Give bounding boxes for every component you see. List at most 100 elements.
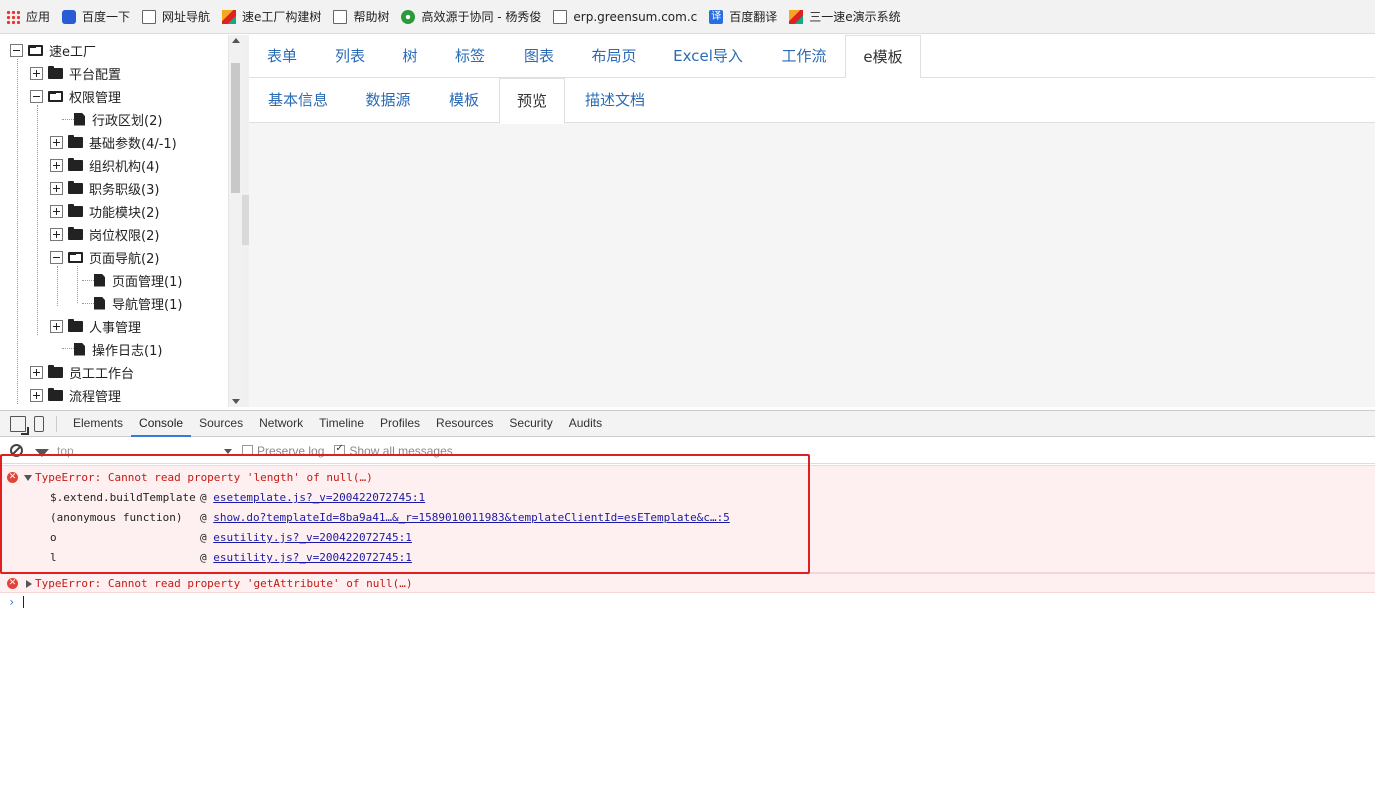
tree-node-page-manage[interactable]: 页面管理(1) — [94, 269, 182, 291]
highlight-box — [0, 454, 810, 574]
tree-node-permission[interactable]: 权限管理 — [30, 85, 121, 107]
expand-icon[interactable] — [30, 388, 43, 402]
expand-icon[interactable] — [50, 227, 63, 241]
devtools-tab-profiles[interactable]: Profiles — [372, 410, 428, 437]
tree-label: 页面管理(1) — [112, 274, 183, 290]
bookmark-label: 速e工厂构建树 — [242, 10, 322, 24]
devtools-tab-elements[interactable]: Elements — [65, 410, 131, 437]
tree-panel: 速e工厂 平台配置 权限管理 行政区划(2) 基础参数(4/-1) 组织机构(4… — [0, 35, 228, 407]
tree-label: 组织机构(4) — [89, 159, 160, 175]
bookmark-label: 高效源于协同 - 杨秀俊 — [421, 10, 542, 24]
expand-icon[interactable] — [30, 365, 43, 379]
secondary-tabs: 基本信息 数据源 模板 预览 描述文档 — [249, 78, 1375, 124]
tab-basic-info[interactable]: 基本信息 — [257, 78, 339, 123]
expand-triangle-icon[interactable] — [26, 580, 32, 588]
expand-icon[interactable] — [50, 181, 63, 195]
devtools-tab-console[interactable]: Console — [131, 410, 192, 437]
folder-icon — [68, 134, 83, 148]
tree-label: 平台配置 — [69, 67, 122, 83]
devtools-tab-sources[interactable]: Sources — [191, 410, 251, 437]
bookmark-apps[interactable]: 应用 — [6, 8, 50, 25]
scroll-up-icon[interactable] — [232, 38, 240, 43]
folder-open-icon — [48, 90, 63, 102]
main-content: 表单 列表 树 标签 图表 布局页 Excel导入 工作流 e模板 基本信息 数… — [249, 35, 1375, 407]
bookmark-demo[interactable]: 三一速e演示系统 — [789, 8, 901, 25]
scrollbar-thumb[interactable] — [231, 63, 240, 193]
translate-icon: 译 — [709, 9, 724, 24]
expand-icon[interactable] — [50, 135, 63, 149]
expand-icon[interactable] — [50, 204, 63, 218]
tree-node-rank[interactable]: 职务职级(3) — [50, 177, 159, 199]
tree-node-base-params[interactable]: 基础参数(4/-1) — [50, 131, 177, 153]
devtools-tab-network[interactable]: Network — [251, 410, 311, 437]
bookmark-label: 网址导航 — [162, 10, 211, 24]
tab-description[interactable]: 描述文档 — [573, 78, 657, 123]
expand-icon[interactable] — [50, 319, 63, 333]
bookmark-translate[interactable]: 译百度翻译 — [709, 8, 777, 25]
page-icon — [553, 9, 568, 24]
apps-icon — [6, 9, 20, 24]
expand-icon[interactable] — [30, 66, 43, 80]
scroll-down-icon[interactable] — [232, 399, 240, 404]
tree-label: 权限管理 — [69, 90, 122, 106]
devtools-tab-security[interactable]: Security — [501, 410, 560, 437]
tab-tree[interactable]: 树 — [394, 35, 426, 78]
inspect-element-icon[interactable] — [10, 415, 26, 432]
tab-workflow[interactable]: 工作流 — [771, 35, 837, 78]
tree-node-flow[interactable]: 流程管理 — [30, 384, 121, 406]
page-icon — [333, 9, 348, 24]
tree-node-module[interactable]: 功能模块(2) — [50, 200, 159, 222]
tree-node-platform-config[interactable]: 平台配置 — [30, 62, 121, 84]
folder-icon — [68, 180, 83, 194]
tree-node-nav-manage[interactable]: 导航管理(1) — [94, 292, 182, 314]
tab-list[interactable]: 列表 — [321, 35, 379, 78]
splitter-handle[interactable] — [242, 195, 249, 245]
tab-form[interactable]: 表单 — [253, 35, 311, 78]
tab-layout[interactable]: 布局页 — [583, 35, 645, 78]
tree-node-root[interactable]: 速e工厂 — [10, 39, 96, 61]
bookmark-label: 帮助树 — [353, 10, 390, 24]
tree-scrollbar[interactable] — [228, 35, 242, 407]
console-input[interactable] — [23, 596, 24, 608]
collapse-icon[interactable] — [30, 89, 43, 103]
tab-datasource[interactable]: 数据源 — [353, 78, 423, 123]
tab-chart[interactable]: 图表 — [510, 35, 568, 78]
primary-tabs: 表单 列表 树 标签 图表 布局页 Excel导入 工作流 e模板 — [249, 35, 1375, 79]
devtools-tab-resources[interactable]: Resources — [428, 410, 501, 437]
bookmark-label: 百度一下 — [82, 10, 131, 24]
tree-node-post-permission[interactable]: 岗位权限(2) — [50, 223, 159, 245]
folder-open-icon — [28, 44, 43, 56]
file-icon — [94, 273, 105, 287]
tree-node-oplog[interactable]: 操作日志(1) — [74, 338, 162, 360]
tab-e-template[interactable]: e模板 — [845, 35, 921, 79]
splitter[interactable] — [242, 35, 249, 407]
devtools-tab-timeline[interactable]: Timeline — [311, 410, 372, 437]
devtools-toolbar: Elements Console Sources Network Timelin… — [0, 410, 1375, 437]
bookmark-baidu[interactable]: 百度一下 — [62, 8, 130, 25]
folder-icon — [48, 364, 63, 378]
device-mode-icon[interactable] — [34, 415, 44, 432]
tab-preview[interactable]: 预览 — [499, 78, 565, 124]
tree-node-hr[interactable]: 人事管理 — [50, 315, 141, 337]
tree-label: 职务职级(3) — [89, 182, 160, 198]
bookmark-sujie-tree[interactable]: 速e工厂构建树 — [222, 8, 321, 25]
divider — [56, 415, 57, 432]
tree-node-org[interactable]: 组织机构(4) — [50, 154, 159, 176]
bookmark-erp[interactable]: erp.greensum.com.c — [553, 9, 697, 24]
bookmark-help-tree[interactable]: 帮助树 — [333, 8, 389, 25]
tree-label: 操作日志(1) — [92, 343, 163, 359]
devtools-tab-audits[interactable]: Audits — [561, 410, 610, 437]
tab-label[interactable]: 标签 — [441, 35, 499, 78]
tree-node-workbench[interactable]: 员工工作台 — [30, 361, 134, 383]
tree-node-page-nav[interactable]: 页面导航(2) — [50, 246, 159, 268]
error-message: TypeError: Cannot read property 'getAttr… — [35, 577, 413, 590]
expand-icon[interactable] — [50, 158, 63, 172]
collapse-icon[interactable] — [50, 250, 63, 264]
collapse-icon[interactable] — [10, 43, 23, 57]
tab-template[interactable]: 模板 — [437, 78, 491, 123]
tab-excel-import[interactable]: Excel导入 — [669, 35, 747, 78]
bookmark-collab[interactable]: 高效源于协同 - 杨秀俊 — [401, 8, 541, 25]
bookmark-label: 百度翻译 — [729, 10, 778, 24]
tree-node-region[interactable]: 行政区划(2) — [74, 108, 162, 130]
bookmark-nav[interactable]: 网址导航 — [142, 8, 210, 25]
